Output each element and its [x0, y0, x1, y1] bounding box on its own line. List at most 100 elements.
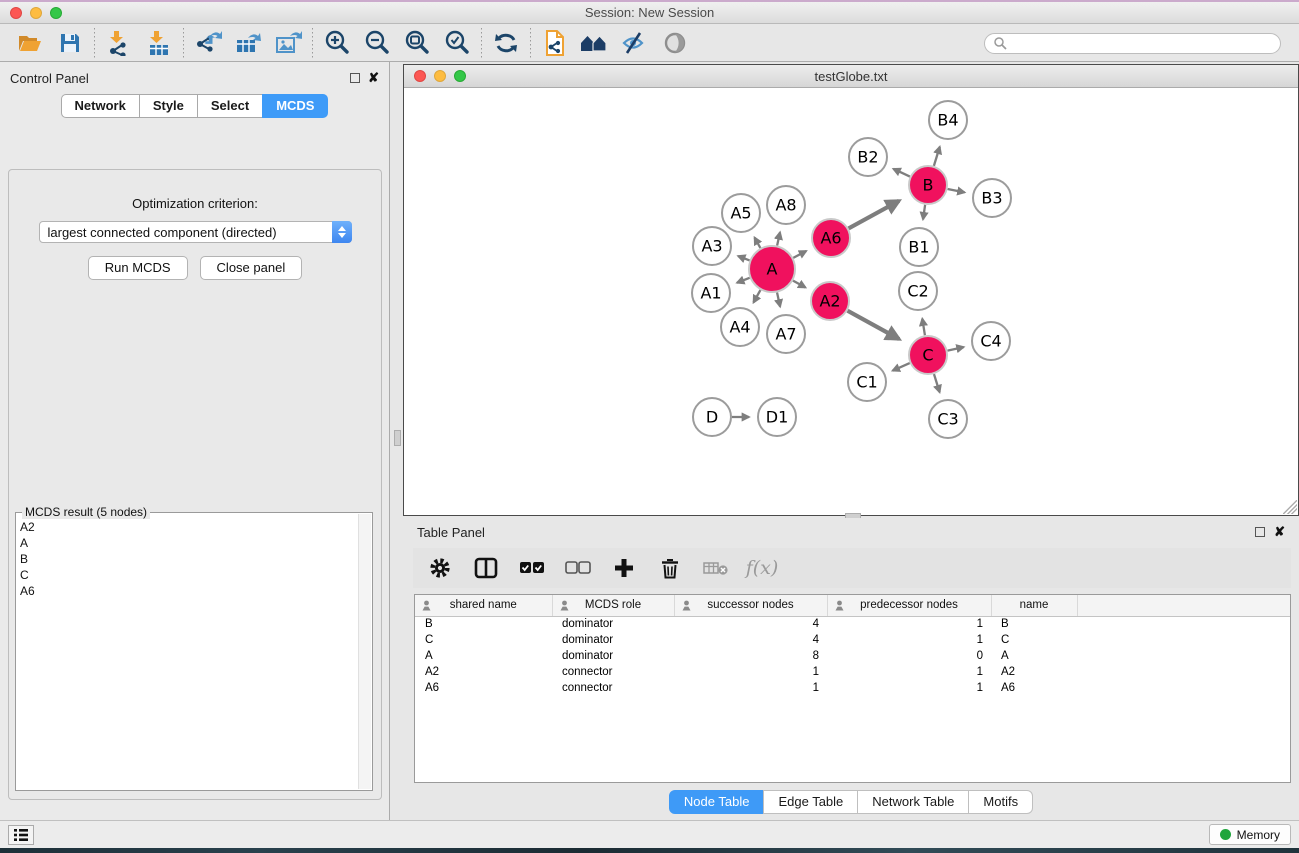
edge-B-B3[interactable] — [948, 189, 965, 192]
tab-edge-table[interactable]: Edge Table — [763, 790, 858, 814]
edge-C-C3[interactable] — [934, 374, 940, 392]
table-row[interactable]: Adominator80A — [415, 648, 1290, 664]
node-A8[interactable]: A8 — [767, 186, 805, 224]
close-panel-button[interactable]: Close panel — [200, 256, 303, 280]
result-scrollbar[interactable] — [358, 514, 371, 789]
node-C4[interactable]: C4 — [972, 322, 1010, 360]
edge-B-B2[interactable] — [893, 169, 910, 177]
edge-A-A5[interactable] — [755, 237, 761, 248]
close-table-panel-icon[interactable]: ✘ — [1274, 527, 1285, 537]
edge-B-B1[interactable] — [923, 205, 925, 219]
result-item[interactable]: A2 — [20, 519, 358, 535]
node-C1[interactable]: C1 — [848, 363, 886, 401]
tab-style[interactable]: Style — [139, 94, 198, 118]
trash-icon[interactable] — [657, 555, 683, 581]
tab-motifs[interactable]: Motifs — [968, 790, 1033, 814]
close-panel-icon[interactable]: ✘ — [368, 73, 379, 83]
edge-A-A3[interactable] — [738, 256, 749, 260]
houses-icon[interactable] — [575, 27, 615, 59]
node-D[interactable]: D — [693, 398, 731, 436]
result-item[interactable]: C — [20, 567, 358, 583]
table-row[interactable]: Bdominator41B — [415, 616, 1290, 632]
node-A2[interactable]: A2 — [811, 282, 849, 320]
add-column-icon[interactable] — [611, 555, 637, 581]
network-from-document-icon[interactable] — [535, 27, 575, 59]
tab-node-table[interactable]: Node Table — [669, 790, 765, 814]
node-A1[interactable]: A1 — [692, 274, 730, 312]
node-B2[interactable]: B2 — [849, 138, 887, 176]
select-all-icon[interactable] — [519, 555, 545, 581]
export-image-icon[interactable] — [268, 27, 308, 59]
node-A5[interactable]: A5 — [722, 194, 760, 232]
search-field[interactable] — [984, 33, 1281, 54]
columns-icon[interactable] — [473, 555, 499, 581]
column-header[interactable]: MCDS role — [552, 595, 674, 616]
memory-button[interactable]: Memory — [1209, 824, 1291, 845]
node-A[interactable]: A — [749, 246, 795, 292]
float-table-panel-icon[interactable] — [1255, 527, 1265, 537]
column-header[interactable]: successor nodes — [674, 595, 827, 616]
tab-network[interactable]: Network — [61, 94, 140, 118]
hide-icon[interactable] — [615, 27, 655, 59]
edge-A-A2[interactable] — [793, 281, 805, 288]
node-B[interactable]: B — [909, 166, 947, 204]
function-builder-icon[interactable]: f(x) — [749, 555, 775, 581]
float-panel-icon[interactable] — [350, 73, 360, 83]
edge-A-A6[interactable] — [793, 251, 806, 258]
node-A4[interactable]: A4 — [721, 308, 759, 346]
gear-icon[interactable] — [427, 555, 453, 581]
refresh-icon[interactable] — [486, 27, 526, 59]
table-row[interactable]: A2connector11A2 — [415, 664, 1290, 680]
node-C2[interactable]: C2 — [899, 272, 937, 310]
node-B4[interactable]: B4 — [929, 101, 967, 139]
open-session-icon[interactable] — [10, 27, 50, 59]
column-header[interactable]: predecessor nodes — [827, 595, 991, 616]
import-table-icon[interactable] — [139, 27, 179, 59]
node-C3[interactable]: C3 — [929, 400, 967, 438]
table-row[interactable]: Cdominator41C — [415, 632, 1290, 648]
run-mcds-button[interactable]: Run MCDS — [88, 256, 188, 280]
node-table[interactable]: shared nameMCDS rolesuccessor nodesprede… — [414, 594, 1291, 783]
node-D1[interactable]: D1 — [758, 398, 796, 436]
edge-A-A4[interactable] — [754, 290, 761, 302]
edge-A6-B[interactable] — [849, 201, 899, 229]
node-A3[interactable]: A3 — [693, 227, 731, 265]
column-header[interactable]: shared name — [415, 595, 552, 616]
split-handle-vertical[interactable] — [394, 430, 401, 446]
edge-C-C1[interactable] — [893, 363, 910, 371]
export-network-icon[interactable] — [188, 27, 228, 59]
result-item[interactable]: A — [20, 535, 358, 551]
node-A6[interactable]: A6 — [812, 219, 850, 257]
tab-network-table[interactable]: Network Table — [857, 790, 969, 814]
zoom-selected-icon[interactable] — [437, 27, 477, 59]
node-B3[interactable]: B3 — [973, 179, 1011, 217]
zoom-fit-icon[interactable] — [397, 27, 437, 59]
table-row[interactable]: A6connector11A6 — [415, 680, 1290, 696]
edge-B-B4[interactable] — [934, 147, 940, 166]
edge-A2-C[interactable] — [848, 311, 900, 339]
node-A7[interactable]: A7 — [767, 315, 805, 353]
search-input[interactable] — [1007, 36, 1272, 50]
edge-C-C2[interactable] — [922, 319, 925, 336]
edge-A-A7[interactable] — [777, 292, 780, 306]
network-window-titlebar[interactable]: testGlobe.txt — [404, 65, 1298, 88]
task-history-button[interactable] — [8, 825, 34, 845]
column-header[interactable]: name — [991, 595, 1077, 616]
tab-mcds[interactable]: MCDS — [262, 94, 328, 118]
result-item[interactable]: B — [20, 551, 358, 567]
edge-A-A8[interactable] — [777, 232, 780, 245]
table-header-row[interactable]: shared nameMCDS rolesuccessor nodesprede… — [415, 595, 1290, 616]
optimization-criterion-dropdown[interactable]: largest connected component (directed) — [39, 221, 352, 243]
result-item[interactable]: A6 — [20, 583, 358, 599]
network-canvas[interactable]: B4 B2 B B3 A8A5 A6 A3 B1 A C2 A1 A2 A4A7 C4 C C1 D D1 C3 — [404, 88, 1298, 515]
export-table-icon[interactable] — [228, 27, 268, 59]
delete-table-icon[interactable] — [703, 555, 729, 581]
save-session-icon[interactable] — [50, 27, 90, 59]
edge-A-A1[interactable] — [737, 278, 750, 283]
node-B1[interactable]: B1 — [900, 228, 938, 266]
edge-C-C4[interactable] — [948, 347, 964, 351]
show-icon[interactable] — [655, 27, 695, 59]
mcds-result-list[interactable]: A2ABCA6 — [20, 519, 358, 788]
zoom-out-icon[interactable] — [357, 27, 397, 59]
node-C[interactable]: C — [909, 336, 947, 374]
